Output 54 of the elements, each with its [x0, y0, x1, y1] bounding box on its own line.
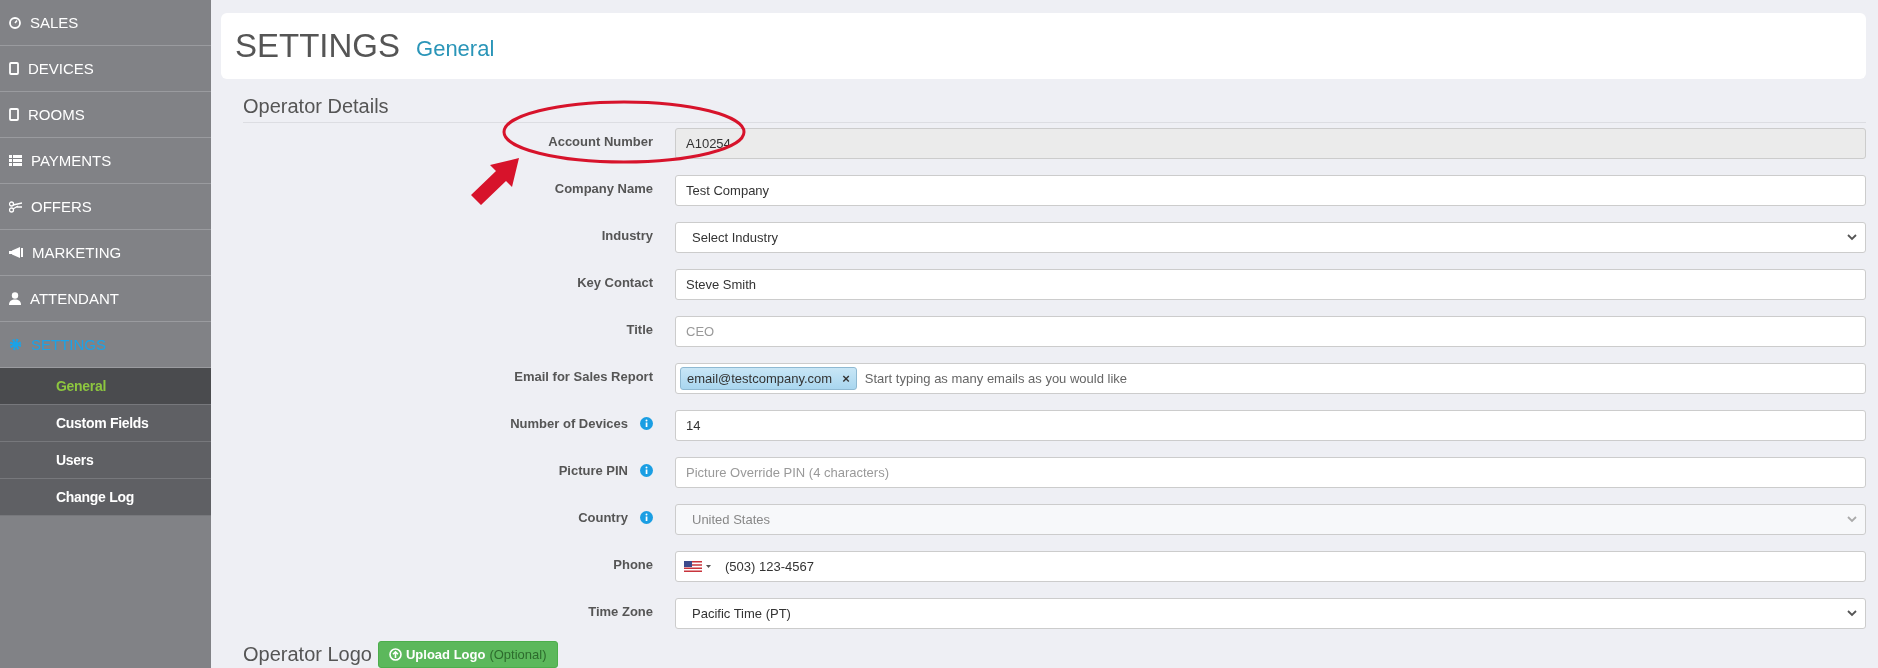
select-field[interactable]: Pacific Time (PT): [675, 598, 1866, 629]
email-tags-field[interactable]: email@testcompany.com × Start typing as many emails as you would like: [675, 363, 1866, 394]
subnav-item[interactable]: Change Log: [0, 479, 211, 516]
nav-item[interactable]: ATTENDANT: [0, 276, 211, 322]
section-title: Operator Details: [243, 95, 1866, 123]
tablet-icon: [9, 108, 19, 121]
page-subtitle: General: [416, 36, 495, 62]
gauge-icon: [9, 16, 21, 29]
field-label: Industry: [601, 228, 653, 243]
megaphone-icon: [9, 247, 23, 258]
input-field[interactable]: 14: [675, 410, 1866, 441]
field-label: Key Contact: [577, 275, 653, 290]
input-field[interactable]: Picture Override PIN (4 characters): [675, 457, 1866, 488]
chevron-down-icon: [1847, 516, 1857, 523]
field-label: Company Name: [554, 181, 653, 196]
annotation-arrow: [471, 158, 519, 205]
nav-item[interactable]: OFFERS: [0, 184, 211, 230]
upload-icon: [389, 648, 402, 661]
info-icon[interactable]: [640, 464, 653, 477]
nav-item[interactable]: PAYMENTS: [0, 138, 211, 184]
nav-item[interactable]: ROOMS: [0, 92, 211, 138]
subnav-item[interactable]: Custom Fields: [0, 405, 211, 442]
scissors-icon: [9, 200, 22, 213]
caret-icon: [706, 565, 711, 568]
tablet-icon: [9, 62, 19, 75]
field-label: Email for Sales Report: [514, 369, 653, 384]
subnav-item[interactable]: General: [0, 368, 211, 405]
remove-tag-button[interactable]: ×: [842, 371, 850, 386]
input-field[interactable]: Steve Smith: [675, 269, 1866, 300]
nav-item[interactable]: DEVICES: [0, 46, 211, 92]
field-label: Time Zone: [588, 604, 653, 619]
field-label: Country: [578, 510, 628, 525]
subnav-item[interactable]: Users: [0, 442, 211, 479]
select-field[interactable]: Select Industry: [675, 222, 1866, 253]
page-title: SETTINGS: [235, 27, 401, 65]
nav-item[interactable]: MARKETING: [0, 230, 211, 276]
field-label: Phone: [613, 557, 653, 572]
phone-field[interactable]: (503) 123-4567: [675, 551, 1866, 582]
chevron-down-icon: [1847, 234, 1857, 241]
list-icon: [9, 155, 22, 166]
settings-icon: [9, 338, 22, 351]
field-label: Account Number: [548, 134, 653, 149]
flag-icon: [684, 561, 702, 572]
email-tag: email@testcompany.com ×: [680, 367, 857, 390]
nav-item[interactable]: SALES: [0, 0, 211, 46]
input-field[interactable]: CEO: [675, 316, 1866, 347]
chevron-down-icon: [1847, 610, 1857, 617]
input-field[interactable]: Test Company: [675, 175, 1866, 206]
user-icon: [9, 292, 21, 305]
info-icon[interactable]: [640, 417, 653, 430]
field-label: Title: [626, 322, 653, 337]
field-label: Number of Devices: [510, 416, 628, 431]
section-title: Operator Logo: [243, 643, 372, 666]
field-label: Picture PIN: [558, 463, 628, 478]
